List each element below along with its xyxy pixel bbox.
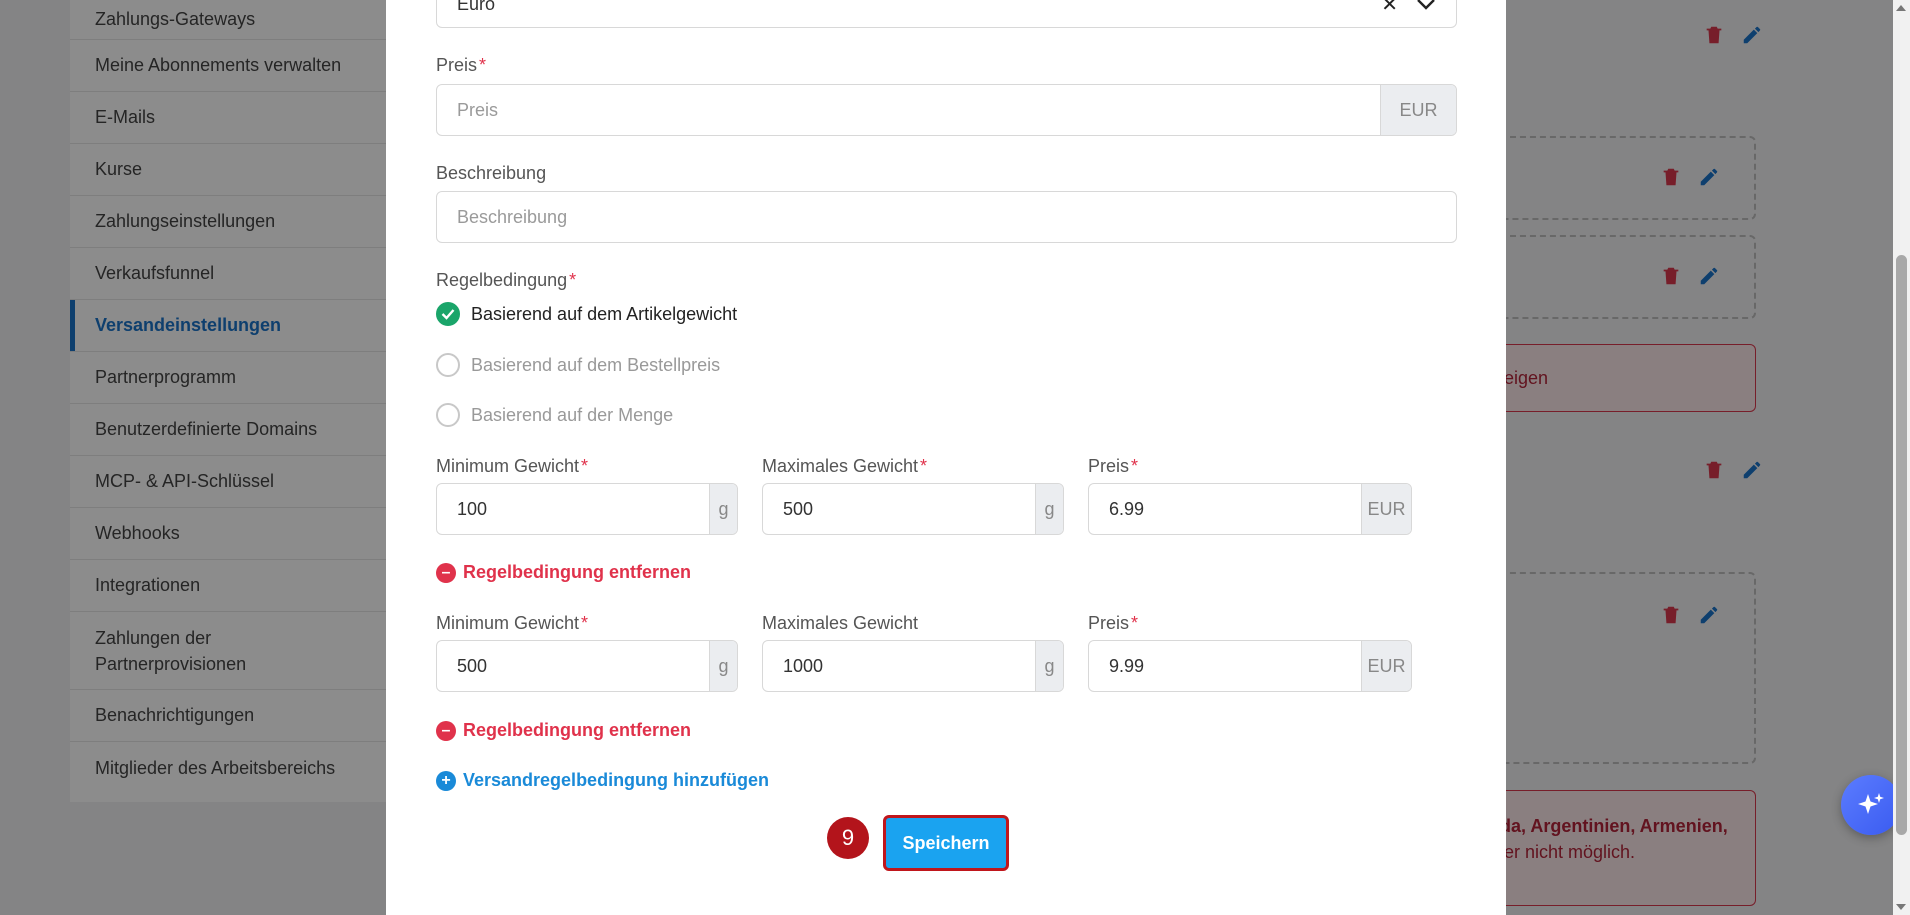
remove-rule-button[interactable]: – Regelbedingung entfernen — [436, 720, 691, 741]
chevron-down-icon[interactable] — [1416, 0, 1436, 10]
radio-label: Basierend auf dem Bestellpreis — [471, 354, 721, 375]
clear-icon[interactable]: ✕ — [1381, 0, 1398, 17]
rule-price-label: Preis * — [1088, 456, 1139, 476]
radio-label: Basierend auf dem Artikelgewicht — [471, 303, 738, 324]
currency-select-value: Euro — [457, 0, 496, 14]
unit-addon: g — [709, 641, 737, 691]
page-scrollbar[interactable] — [1893, 0, 1910, 915]
currency-addon: EUR — [1361, 484, 1411, 534]
rule-price-field: EUR — [1088, 483, 1412, 535]
sparkle-icon — [1858, 793, 1884, 814]
remove-rule-label: Regelbedingung entfernen — [463, 720, 692, 740]
minus-circle-icon: – — [436, 562, 456, 583]
step-badge: 9 — [827, 817, 869, 859]
min-weight-field: g — [436, 640, 738, 692]
unit-addon: g — [709, 484, 737, 534]
description-input[interactable] — [437, 192, 1456, 242]
min-weight-input[interactable] — [437, 641, 709, 691]
radio-label: Basierend auf der Menge — [471, 404, 674, 425]
max-weight-field: g — [762, 483, 1064, 535]
price-label: Preis * — [436, 55, 487, 75]
radio-item-quantity[interactable]: Basierend auf der Menge — [436, 403, 673, 427]
min-weight-label: Minimum Gewicht * — [436, 613, 589, 633]
radio-item-order-price[interactable]: Basierend auf dem Bestellpreis — [436, 353, 720, 377]
currency-select[interactable]: Euro ✕ — [436, 0, 1457, 28]
min-weight-label: Minimum Gewicht * — [436, 456, 589, 476]
add-shipping-rule-button[interactable]: + Versandregelbedingung hinzufügen — [436, 770, 769, 791]
scrollbar-thumb[interactable] — [1896, 255, 1907, 835]
radio-unchecked-icon[interactable] — [436, 403, 460, 427]
description-label: Beschreibung — [436, 163, 547, 183]
minus-circle-icon: – — [436, 720, 456, 741]
radio-checked-icon[interactable] — [436, 302, 460, 326]
remove-rule-label: Regelbedingung entfernen — [463, 562, 692, 582]
max-weight-field: g — [762, 640, 1064, 692]
rule-condition-label: Regelbedingung * — [436, 270, 577, 290]
shipping-rule-modal: Euro ✕ Preis* EUR Beschreibung Regelbedi… — [386, 0, 1506, 915]
unit-addon: g — [1035, 641, 1063, 691]
scroll-up-arrow-icon[interactable] — [1896, 5, 1906, 11]
radio-unchecked-icon[interactable] — [436, 353, 460, 377]
currency-addon: EUR — [1361, 641, 1411, 691]
radio-item-weight[interactable]: Basierend auf dem Artikelgewicht — [436, 302, 737, 326]
add-shipping-rule-label: Versandregelbedingung hinzufügen — [463, 770, 770, 790]
min-weight-input[interactable] — [437, 484, 709, 534]
price-field: EUR — [436, 84, 1457, 136]
price-currency-addon: EUR — [1380, 85, 1456, 135]
plus-circle-icon: + — [436, 770, 456, 791]
save-button[interactable]: Speichern — [883, 815, 1009, 871]
rule-price-field: EUR — [1088, 640, 1412, 692]
max-weight-input[interactable] — [763, 484, 1035, 534]
max-weight-label: Maximales Gewicht — [762, 613, 919, 633]
description-field — [436, 191, 1457, 243]
max-weight-label: Maximales Gewicht * — [762, 456, 928, 476]
price-input[interactable] — [437, 85, 1380, 135]
ai-assistant-button[interactable] — [1841, 775, 1901, 835]
unit-addon: g — [1035, 484, 1063, 534]
rule-price-label: Preis * — [1088, 613, 1139, 633]
rule-price-input[interactable] — [1089, 641, 1361, 691]
remove-rule-button[interactable]: – Regelbedingung entfernen — [436, 562, 691, 583]
scroll-down-arrow-icon[interactable] — [1896, 904, 1906, 910]
rule-price-input[interactable] — [1089, 484, 1361, 534]
max-weight-input[interactable] — [763, 641, 1035, 691]
min-weight-field: g — [436, 483, 738, 535]
